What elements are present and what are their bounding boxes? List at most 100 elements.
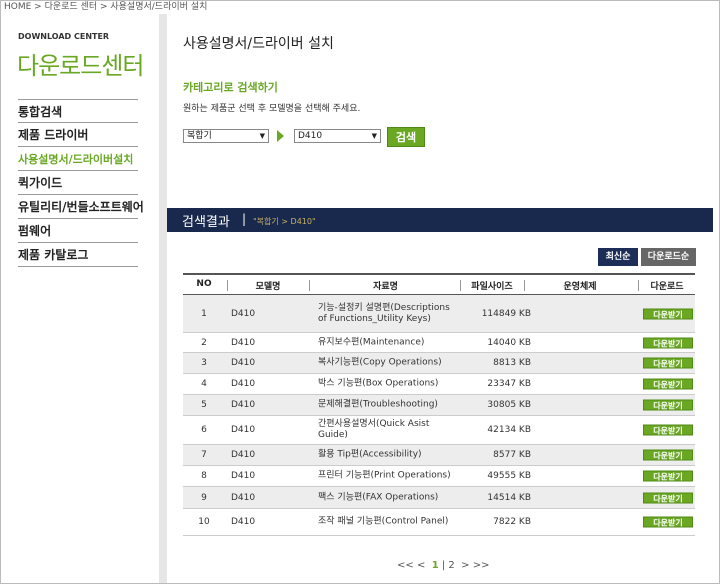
row-doc: 프린터 기능편(Print Operations) [318,470,451,481]
table-row: 8 D410 프린터 기능편(Print Operations) 49555 K… [183,466,695,487]
table-row: 4 D410 박스 기능편(Box Operations) 23347 KB 다… [183,374,695,395]
row-no: 7 [201,450,207,460]
row-doc: 박스 기능편(Box Operations) [318,378,439,389]
download-button[interactable]: 다운받기 [643,449,693,461]
row-model: D410 [231,425,256,435]
row-doc: 조작 패널 기능편(Control Panel) [318,516,449,527]
table-row: 3 D410 복사기능편(Copy Operations) 8813 KB 다운… [183,353,695,374]
col-doc: 자료명 [373,282,398,292]
row-model: D410 [231,337,256,348]
row-size: 8813 KB [493,358,531,368]
col-no: NO [196,279,212,289]
result-path: "복합기 > D410" [253,217,316,226]
sidebar-small-title: DOWNLOAD CENTER [18,32,110,41]
pagination-page-1[interactable]: 1 [432,560,439,571]
result-header-bar: 검색결과 | "복합기 > D410" [167,208,713,232]
col-download: 다운로드 [650,282,684,292]
pagination-prev[interactable]: < [417,560,425,571]
row-model: D410 [231,450,256,460]
sidebar-item-integrated-search[interactable]: 통합검색 [18,99,138,123]
col-model: 모델명 [255,282,281,292]
model-select-value: D410 [298,131,323,141]
row-model: D410 [231,471,256,481]
row-model: D410 [231,379,256,389]
table-row: 9 D410 팩스 기능편(FAX Operations) 14514 KB 다… [183,487,695,509]
category-search-title: 카테고리로 검색하기 [183,81,278,94]
sidebar-item-product-driver[interactable]: 제품 드라이버 [18,123,138,147]
row-no: 10 [198,517,210,527]
row-model: D410 [231,358,256,368]
download-button[interactable]: 다운받기 [643,357,693,369]
table-row: 7 D410 활용 Tip편(Accessibility) 8577 KB 다운… [183,445,695,466]
sidebar-menu: 통합검색 제품 드라이버 사용설명서/드라이버설치 퀵가이드 유틸리티/번들소프… [18,99,144,267]
category-select-value: 복합기 [187,131,212,141]
download-button[interactable]: 다운받기 [643,308,693,319]
row-no: 9 [201,492,207,503]
row-doc: 간편사용설명서(Quick Asist Guide) [318,419,430,440]
row-size: 114849 KB [481,308,531,319]
sidebar: DOWNLOAD CENTER 다운로드센터 통합검색 제품 드라이버 사용설명… [2,14,159,583]
row-no: 8 [201,471,207,481]
table-row: 6 D410 간편사용설명서(Quick Asist Guide) 42134 … [183,416,695,445]
col-size: 파일사이즈 [471,282,513,292]
page-frame: HOME > 다운로드 센터 > 사용설명서/드라이버 설치 DOWNLOAD … [0,0,720,584]
col-divider [309,280,310,291]
row-model: D410 [231,517,256,527]
table-row: 2 D410 유지보수편(Maintenance) 14040 KB 다운받기 [183,333,695,353]
category-select[interactable]: 복합기 ▼ [183,129,269,143]
row-size: 30805 KB [487,400,531,410]
model-select[interactable]: D410 ▼ [294,129,381,143]
row-no: 1 [201,308,207,319]
table-header: NO 모델명 자료명 파일사이즈 운영체제 다운로드 [183,273,695,295]
search-button[interactable]: 검색 [387,127,425,147]
row-no: 4 [201,379,207,389]
sidebar-item-catalog[interactable]: 제품 카탈로그 [18,243,138,267]
sidebar-item-firmware[interactable]: 펌웨어 [18,219,138,243]
pagination-last[interactable]: >> [473,560,490,571]
col-divider [227,280,228,291]
sort-newest-button[interactable]: 최신순 [598,248,638,266]
main-content: 사용설명서/드라이버 설치 카테고리로 검색하기 원하는 제품군 선택 후 모델… [167,14,713,583]
sidebar-item-manual-driver[interactable]: 사용설명서/드라이버설치 [18,147,138,171]
col-os: 운영체제 [563,282,597,292]
download-button[interactable]: 다운받기 [643,516,693,528]
table-row: 1 D410 기능-설정키 설명편(Descriptions of Functi… [183,295,695,333]
row-doc: 문제해결편(Troubleshooting) [318,399,438,410]
download-button[interactable]: 다운받기 [643,492,693,503]
download-button[interactable]: 다운받기 [643,378,693,390]
row-model: D410 [231,400,256,410]
sort-downloads-button[interactable]: 다운로드순 [641,248,696,266]
row-doc: 복사기능편(Copy Operations) [318,357,442,368]
row-no: 6 [201,425,207,435]
row-size: 49555 KB [487,471,531,481]
row-size: 7822 KB [493,517,531,527]
row-model: D410 [231,308,256,319]
chevron-down-icon: ▼ [259,132,265,140]
row-size: 14040 KB [487,337,531,348]
row-doc: 유지보수편(Maintenance) [318,337,425,347]
row-size: 42134 KB [487,425,531,435]
download-button[interactable]: 다운받기 [643,470,693,482]
download-button[interactable]: 다운받기 [643,399,693,411]
pagination-separator: | [441,560,446,571]
result-title: 검색결과 [182,215,230,230]
download-button[interactable]: 다운받기 [643,424,693,436]
table-row: 10 D410 조작 패널 기능편(Control Panel) 7822 KB… [183,509,695,536]
pagination-first[interactable]: << [397,560,414,571]
row-doc: 활용 Tip편(Accessibility) [318,449,422,460]
sidebar-item-quick-guide[interactable]: 퀵가이드 [18,171,138,195]
pagination-next[interactable]: > [461,560,469,571]
row-size: 23347 KB [487,379,531,389]
row-no: 5 [201,400,207,410]
row-model: D410 [231,492,256,503]
sidebar-item-utility[interactable]: 유틸리티/번들소프트웨어 [18,195,144,219]
breadcrumb: HOME > 다운로드 센터 > 사용설명서/드라이버 설치 [4,2,208,12]
row-no: 2 [201,337,207,348]
sidebar-big-title: 다운로드센터 [17,52,144,80]
chevron-down-icon: ▼ [371,132,377,140]
pagination: << < 1 | 2 > >> [397,560,490,571]
table-row: 5 D410 문제해결편(Troubleshooting) 30805 KB 다… [183,395,695,416]
download-button[interactable]: 다운받기 [643,337,693,348]
pagination-page-2[interactable]: 2 [448,560,454,571]
row-no: 3 [201,358,207,368]
